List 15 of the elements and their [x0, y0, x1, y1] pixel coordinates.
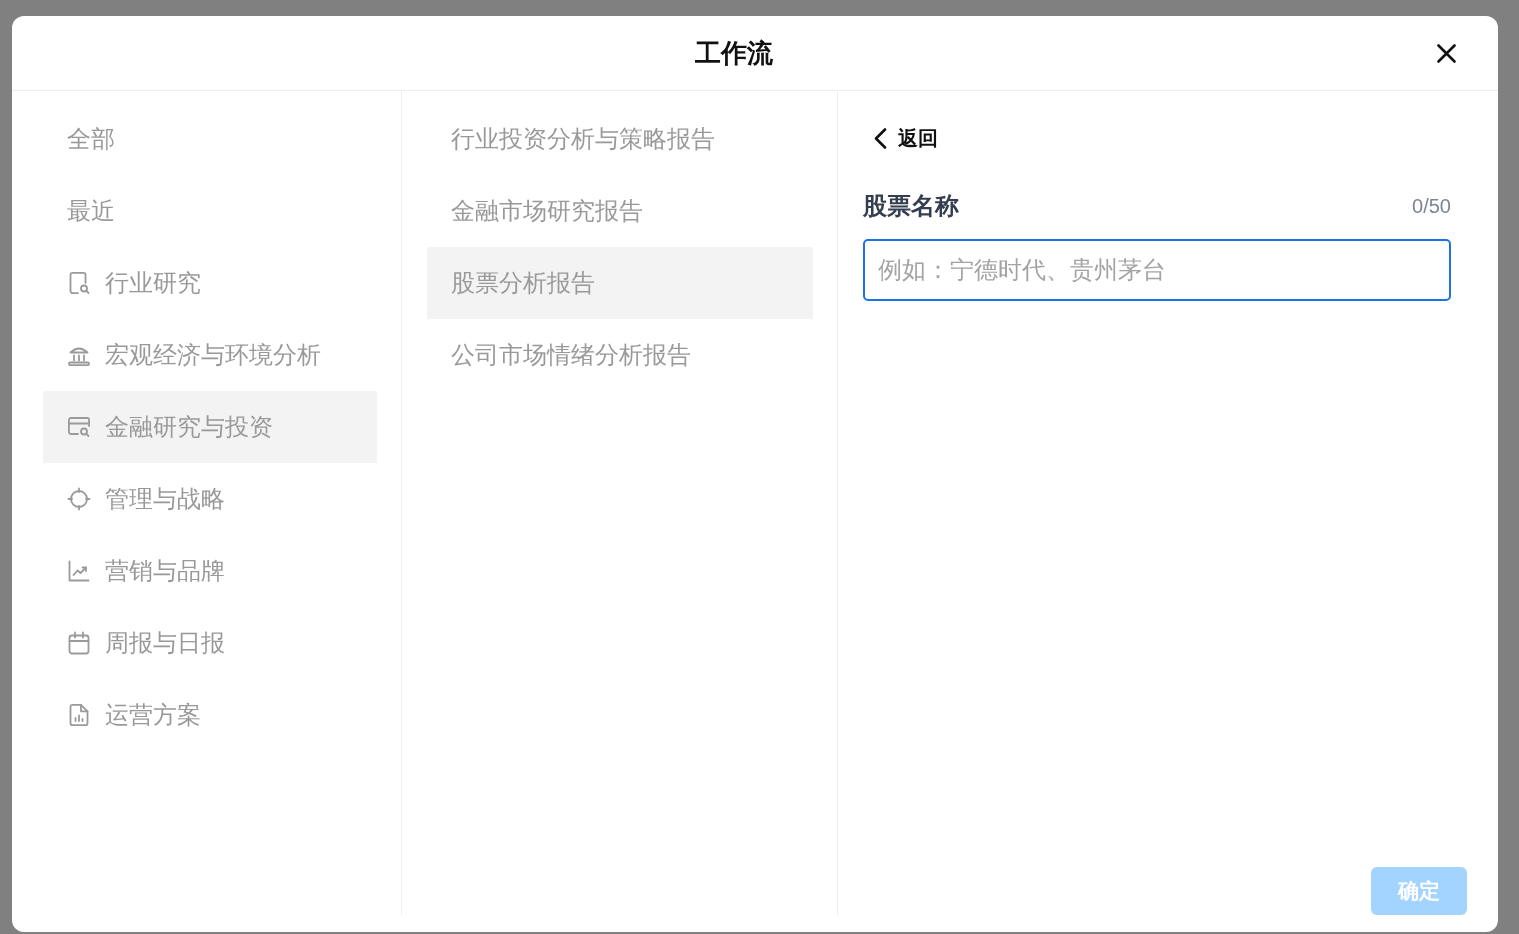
card-search-icon: [67, 415, 91, 439]
category-item[interactable]: 金融研究与投资: [43, 391, 377, 463]
stock-name-field[interactable]: 例如：宁德时代、贵州茅台: [863, 239, 1451, 301]
crosshair-icon: [67, 487, 91, 511]
file-chart-icon: [67, 703, 91, 727]
chevron-left-icon: [874, 127, 887, 149]
field-label: 股票名称: [863, 191, 959, 221]
document-search-icon: [67, 271, 91, 295]
back-button[interactable]: 返回: [874, 123, 938, 153]
line-chart-icon: [67, 559, 91, 583]
character-counter: 0/50: [1412, 194, 1451, 219]
template-item[interactable]: 股票分析报告: [427, 247, 813, 319]
dialog-title: 工作流: [695, 37, 773, 70]
calendar-icon: [67, 631, 91, 655]
close-icon: [1436, 43, 1456, 63]
